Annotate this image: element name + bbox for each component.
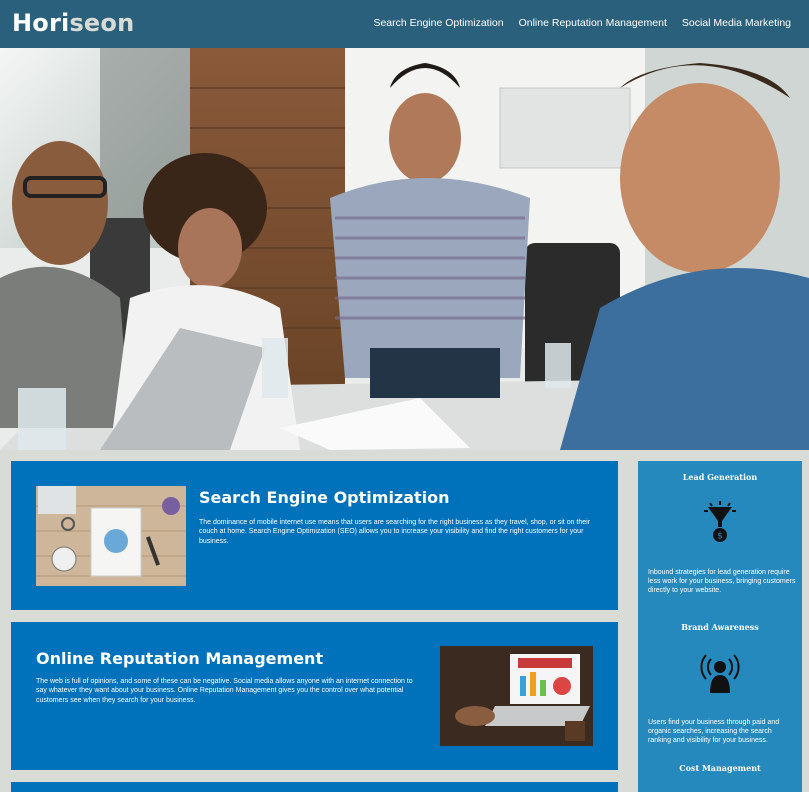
nav-link-reputation[interactable]: Online Reputation Management xyxy=(519,17,667,29)
lead-generation-title: Lead Generation xyxy=(682,472,758,482)
reputation-section: Online Reputation Management The web is … xyxy=(11,622,618,770)
benefits-sidebar: Lead Generation $ Inbound strategies for… xyxy=(638,461,802,792)
cost-management-title: Cost Management xyxy=(679,763,761,773)
nav-link-social[interactable]: Social Media Marketing xyxy=(682,17,791,29)
seo-text: The dominance of mobile internet use mea… xyxy=(199,519,591,545)
svg-text:$: $ xyxy=(717,532,723,542)
seo-title: Search Engine Optimization xyxy=(199,488,450,507)
main-nav: Search Engine Optimization Online Reputa… xyxy=(373,17,791,29)
brand-awareness-title: Brand Awareness xyxy=(681,622,759,632)
brand-awareness-text: Users find your business through paid an… xyxy=(648,719,780,745)
seo-planning-desk-image xyxy=(36,486,186,586)
site-logo[interactable]: Horiseon xyxy=(12,9,134,37)
nav-link-seo[interactable]: Search Engine Optimization xyxy=(373,17,503,29)
reputation-title: Online Reputation Management xyxy=(36,649,324,668)
site-header: Horiseon Search Engine Optimization Onli… xyxy=(0,0,809,48)
hero-image xyxy=(0,48,809,450)
logo-main-text: Hori xyxy=(12,9,70,37)
reputation-text: The web is full of opinions, and some of… xyxy=(36,678,413,704)
logo-accent-text: seon xyxy=(69,9,135,37)
lead-generation-text: Inbound strategies for lead generation r… xyxy=(648,569,796,595)
funnel-dollar-icon: $ xyxy=(700,501,740,545)
person-broadcast-icon xyxy=(700,651,740,695)
hero-meeting-illustration xyxy=(0,48,809,450)
seo-section: Search Engine Optimization The dominance… xyxy=(11,461,618,610)
social-media-section xyxy=(11,782,618,792)
reputation-laptop-image xyxy=(440,646,593,746)
